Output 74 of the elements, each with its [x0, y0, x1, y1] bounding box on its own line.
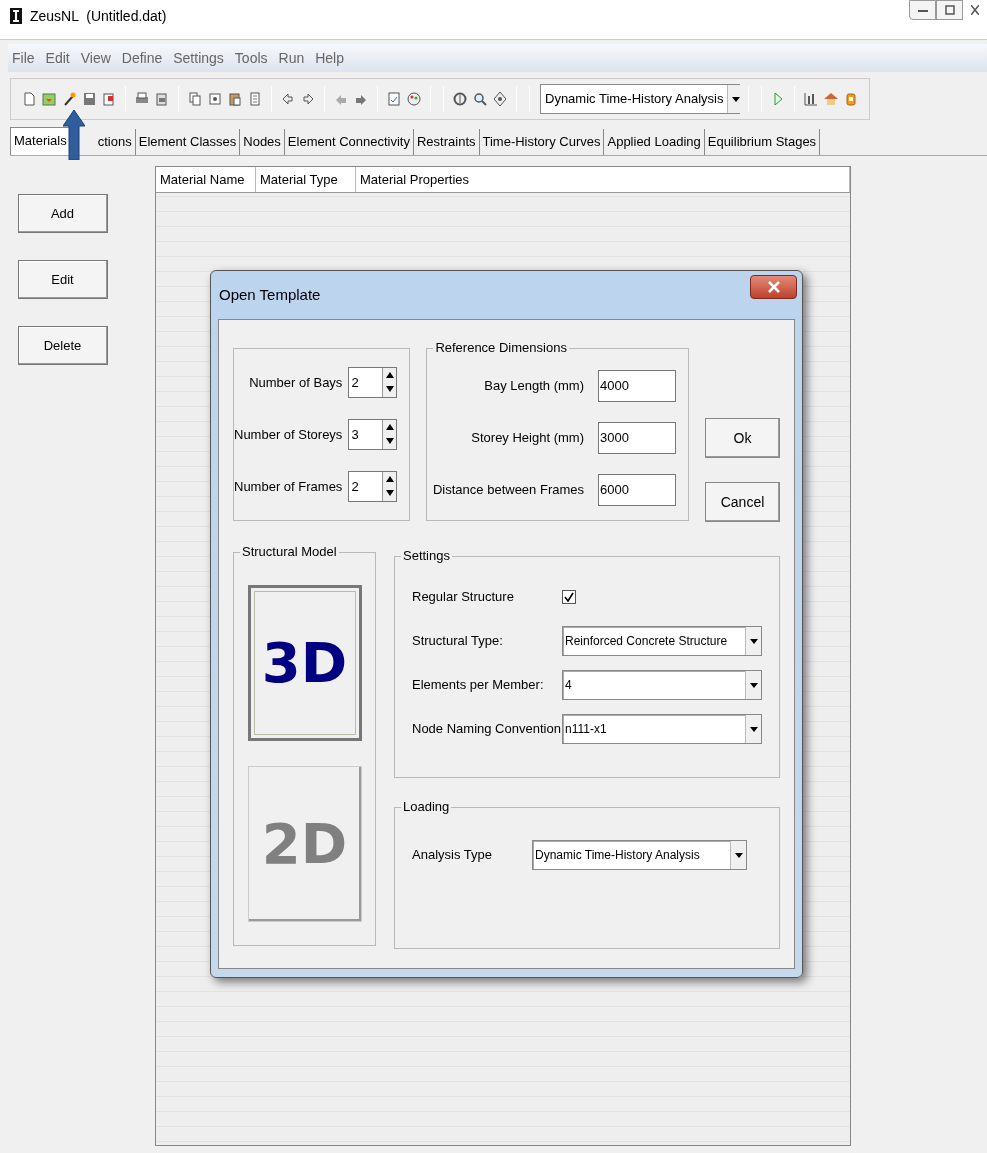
- menu-item[interactable]: Run: [278, 47, 305, 69]
- model-option-button[interactable]: 3D: [247, 585, 362, 741]
- menu-item[interactable]: Define: [121, 47, 163, 69]
- setting-label: Structural Type:: [412, 632, 504, 651]
- spin-field[interactable]: 3: [348, 419, 398, 450]
- dialog-button[interactable]: Cancel: [705, 482, 780, 522]
- dialog-title: Open Template: [219, 284, 321, 305]
- print-preview-icon[interactable]: [154, 91, 170, 107]
- copy-icon[interactable]: [187, 91, 203, 107]
- menu-item[interactable]: Help: [315, 47, 344, 69]
- right-arrow-icon[interactable]: [300, 91, 316, 107]
- setting-label: Node Naming Convention: [412, 720, 562, 739]
- minimize-icon[interactable]: [909, 0, 936, 20]
- save-icon[interactable]: [81, 91, 97, 107]
- dimension-field[interactable]: 4000: [598, 369, 676, 402]
- chart-icon[interactable]: [803, 91, 819, 107]
- left-arrow-icon[interactable]: [280, 91, 296, 107]
- setting-label: Analysis Type: [412, 846, 493, 865]
- tab[interactable]: Materials: [10, 127, 71, 155]
- palette-icon[interactable]: [406, 91, 422, 107]
- count-label: Number of Frames: [234, 477, 343, 496]
- count-label: Number of Storeys: [234, 425, 343, 444]
- tab[interactable]: Restraints: [413, 129, 480, 155]
- tab[interactable]: Element Connectivity: [284, 129, 414, 155]
- house-icon[interactable]: [823, 91, 839, 107]
- count-label: Number of Bays: [249, 373, 343, 392]
- dropdown[interactable]: 4: [562, 670, 762, 700]
- checklist-icon[interactable]: [386, 91, 402, 107]
- dropdown[interactable]: Reinforced Concrete Structure: [562, 626, 762, 656]
- clipboard-icon[interactable]: [247, 91, 263, 107]
- move-icon[interactable]: [492, 91, 508, 107]
- dropdown[interactable]: n111-x1: [562, 714, 762, 744]
- tab[interactable]: Equilibrium Stages: [704, 129, 821, 155]
- column-header[interactable]: Material Properties: [356, 167, 850, 192]
- side-button[interactable]: Delete: [17, 326, 108, 365]
- cut-icon[interactable]: [207, 91, 223, 107]
- tab[interactable]: Time-History Curves: [479, 129, 605, 155]
- zoom-icon[interactable]: [472, 91, 488, 107]
- export-icon[interactable]: [101, 91, 117, 107]
- column-header[interactable]: Material Type: [256, 167, 356, 192]
- tab[interactable]: ctions: [94, 129, 136, 155]
- setting-label: Regular Structure: [412, 588, 515, 607]
- checkbox[interactable]: [562, 590, 576, 604]
- menu-item[interactable]: Edit: [45, 47, 70, 69]
- jar-icon[interactable]: [843, 91, 859, 107]
- close-icon[interactable]: [750, 275, 797, 299]
- app-icon: [10, 8, 22, 24]
- side-button[interactable]: Edit: [17, 260, 108, 299]
- dimension-label: Storey Height (mm): [471, 428, 584, 447]
- column-header[interactable]: Material Name: [156, 167, 256, 192]
- menu-item[interactable]: View: [80, 47, 111, 69]
- side-button[interactable]: Add: [17, 194, 108, 233]
- window-title: ZeusNL (Untitled.dat): [30, 7, 167, 26]
- new-document-icon[interactable]: [21, 91, 37, 107]
- menu-item[interactable]: File: [12, 47, 35, 69]
- wand-icon[interactable]: [61, 91, 77, 107]
- menu-item[interactable]: Tools: [234, 47, 268, 69]
- dropdown[interactable]: Dynamic Time-History Analysis: [532, 840, 747, 870]
- dimension-label: Bay Length (mm): [484, 376, 584, 395]
- dimension-field[interactable]: 6000: [598, 473, 676, 506]
- tab[interactable]: Nodes: [240, 129, 285, 155]
- rotate-icon[interactable]: [452, 91, 468, 107]
- tab[interactable]: Element Classes: [135, 129, 241, 155]
- maximize-icon[interactable]: [936, 0, 963, 20]
- spin-field[interactable]: 2: [348, 367, 398, 398]
- analysis-type-dropdown[interactable]: Dynamic Time-History Analysis: [540, 84, 740, 114]
- paste-icon[interactable]: [227, 91, 243, 107]
- dimension-field[interactable]: 3000: [598, 421, 676, 454]
- tab[interactable]: Applied Loading: [604, 129, 705, 155]
- dialog-button[interactable]: Ok: [705, 418, 780, 458]
- menu-item[interactable]: Settings: [173, 47, 224, 69]
- dimension-label: Distance between Frames: [433, 480, 584, 499]
- spin-field[interactable]: 2: [348, 471, 398, 502]
- setting-label: Elements per Member:: [412, 676, 545, 695]
